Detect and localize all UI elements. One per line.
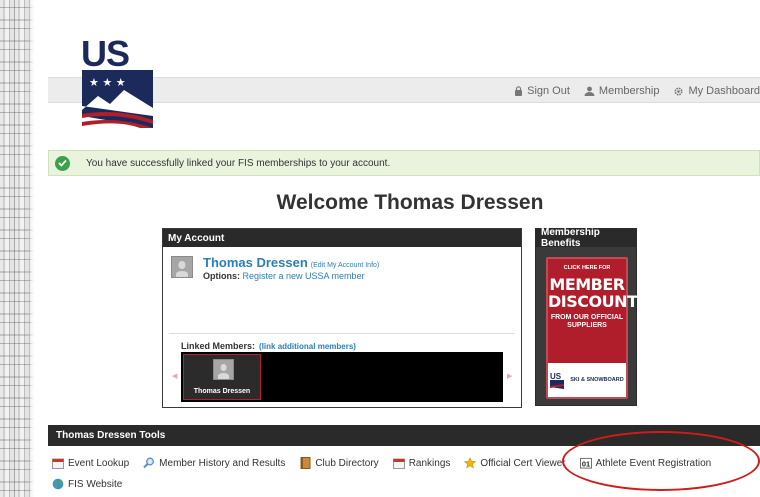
tool-official-cert-viewer[interactable]: Official Cert Viewer	[464, 457, 566, 469]
star-icon	[464, 457, 477, 469]
us-ski-snowboard-logo: US ★ ★ ★	[81, 36, 153, 128]
promo-brand-text: SKI & SNOWBOARD	[570, 377, 624, 383]
book-icon	[299, 457, 311, 469]
options-label: Options:	[203, 271, 240, 281]
promo-click-here: CLICK HERE FOR	[563, 265, 611, 271]
sign-out-label: Sign Out	[527, 85, 570, 97]
account-name-text: Thomas Dressen	[203, 255, 308, 270]
avatar	[171, 256, 193, 278]
decorative-bark-strip	[0, 0, 34, 497]
linked-member-avatar	[213, 359, 234, 380]
membership-benefits-panel: Membership Benefits CLICK HERE FOR MEMBE…	[535, 227, 649, 406]
user-icon	[584, 86, 595, 96]
tool-member-history[interactable]: Member History and Results	[143, 457, 285, 469]
svg-text:★ ★ ★: ★ ★ ★	[89, 76, 126, 89]
tool-label: Rankings	[408, 457, 451, 469]
tool-fis-website[interactable]: FIS Website	[52, 478, 122, 490]
tool-label: Club Directory	[315, 457, 379, 469]
magnifier-icon	[143, 457, 155, 469]
tool-label: FIS Website	[68, 478, 123, 490]
account-name: Thomas Dressen (Edit My Account Info)	[203, 255, 379, 270]
tool-label: Event Lookup	[68, 457, 130, 469]
svg-text:US: US	[81, 36, 129, 74]
my-account-header: My Account	[163, 229, 521, 247]
highlight-annotation-ellipse	[562, 431, 760, 491]
divider	[169, 333, 515, 334]
tool-rankings[interactable]: Rankings	[392, 457, 451, 469]
lock-icon	[515, 86, 523, 96]
promo-brand-footer: US SKI & SNOWBOARD	[548, 363, 626, 397]
page-title: Welcome Thomas Dressen	[276, 191, 544, 214]
membership-label: Membership	[598, 85, 660, 97]
page: { "topnav": { "sign_out": "Sign Out", "m…	[0, 0, 760, 497]
gear-icon	[674, 86, 683, 96]
membership-link[interactable]: Membership	[584, 85, 660, 97]
my-account-panel: My Account Thomas Dressen (Edit My Accoun…	[162, 228, 522, 408]
linked-members-carousel: Thomas Dressen	[181, 352, 503, 402]
svg-text:US: US	[550, 372, 562, 381]
link-additional-members-link[interactable]: (link additional members)	[259, 342, 356, 351]
promo-member-discounts: MEMBER DISCOUNTS	[548, 275, 649, 311]
my-dashboard-link[interactable]: My Dashboard	[673, 85, 760, 97]
linked-member-card[interactable]: Thomas Dressen	[183, 354, 261, 400]
edit-account-link[interactable]: (Edit My Account Info)	[311, 262, 379, 269]
us-ski-logo-small: US	[550, 372, 565, 389]
success-alert: You have successfully linked your FIS me…	[48, 150, 760, 176]
sign-out-link[interactable]: Sign Out	[514, 85, 570, 97]
member-discounts-banner[interactable]: CLICK HERE FOR MEMBER DISCOUNTS FROM OUR…	[546, 257, 649, 399]
tool-label: Member History and Results	[159, 457, 286, 469]
carousel-next-arrow[interactable]: ▶	[507, 372, 512, 380]
tool-label: Official Cert Viewer	[480, 457, 566, 469]
globe-icon	[52, 478, 64, 490]
membership-benefits-header: Membership Benefits	[536, 227, 636, 249]
checkmark-icon	[55, 155, 70, 171]
success-message: You have successfully linked your FIS me…	[86, 157, 391, 169]
promo-from-suppliers: FROM OUR OFFICIAL SUPPLIERS	[550, 314, 624, 329]
carousel-prev-arrow[interactable]: ◀	[172, 372, 177, 380]
calendar-icon	[392, 457, 405, 469]
calendar-icon	[52, 457, 64, 469]
tool-club-directory[interactable]: Club Directory	[299, 457, 379, 469]
tool-event-lookup[interactable]: Event Lookup	[52, 457, 129, 469]
register-member-link[interactable]: Register a new USSA member	[243, 271, 365, 281]
top-nav: Sign Out Membership My Dashboard	[500, 78, 760, 104]
my-dashboard-label: My Dashboard	[688, 85, 760, 97]
account-options: Options: Register a new USSA member	[203, 271, 365, 281]
linked-members-text: Linked Members:	[181, 341, 256, 351]
linked-member-name: Thomas Dressen	[193, 388, 251, 395]
linked-members-label: Linked Members: (link additional members)	[181, 341, 356, 351]
